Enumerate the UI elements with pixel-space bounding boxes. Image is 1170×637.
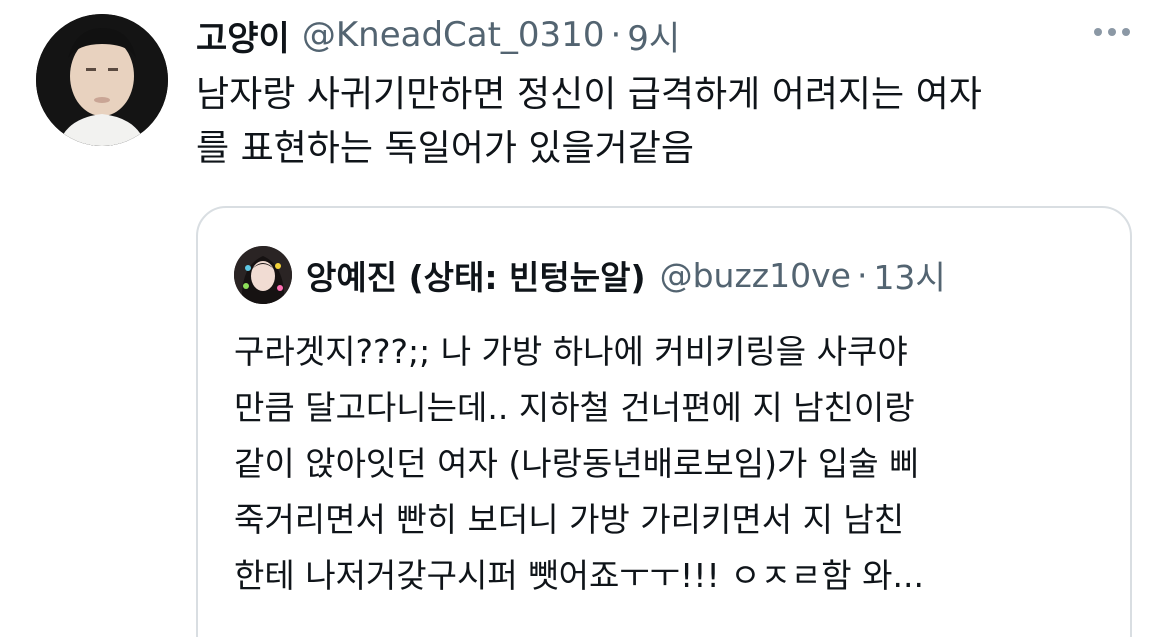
- quoted-display-name[interactable]: 앙예진 (상태: 빈텅눈알): [306, 251, 646, 299]
- more-dot: [1108, 28, 1116, 36]
- tweet-text: 남자랑 사귀기만하면 정신이 급격하게 어려지는 여자 를 표현하는 독일어가 …: [196, 68, 1126, 176]
- quoted-text-line: 구라겟지???;; 나 가방 하나에 커비키링을 사쿠야: [234, 332, 908, 371]
- timestamp[interactable]: 9시: [627, 11, 680, 60]
- tweet: 고양이 @KneadCat_0310 · 9시 남자랑 사귀기만하면 정신이 급…: [0, 0, 1170, 637]
- quoted-text: 구라겟지???;; 나 가방 하나에 커비키링을 사쿠야 만큼 달고다니는데..…: [234, 324, 1114, 604]
- quoted-avatar-image: [234, 246, 292, 304]
- tweet-text-line: 남자랑 사귀기만하면 정신이 급격하게 어려지는 여자: [196, 74, 982, 115]
- quoted-text-line: 같이 앉아잇던 여자 (나랑동년배로보임)가 입술 삐: [234, 444, 920, 483]
- quoted-timestamp[interactable]: 13시: [873, 251, 945, 299]
- separator-dot: ·: [856, 255, 868, 295]
- more-dot: [1094, 28, 1102, 36]
- tweet-text-line: 를 표현하는 독일어가 있을거같음: [196, 128, 695, 169]
- display-name[interactable]: 고양이: [196, 11, 290, 60]
- quoted-text-line: 만큼 달고다니는데.. 지하철 건너편에 지 남친이랑: [234, 388, 915, 427]
- user-handle[interactable]: @KneadCat_0310: [302, 15, 605, 55]
- quoted-handle[interactable]: @buzz10ve: [660, 256, 851, 295]
- quoted-text-line: 한테 나저거갖구시퍼 뺏어죠ㅜㅜ!!! ㅇㅈㄹ함 와...: [234, 556, 924, 595]
- more-options-icon[interactable]: [1094, 28, 1130, 36]
- avatar-image: [36, 14, 168, 146]
- more-dot: [1122, 28, 1130, 36]
- quoted-tweet[interactable]: 앙예진 (상태: 빈텅눈알) @buzz10ve · 13시 구라겟지???;;…: [196, 206, 1132, 637]
- separator-dot: ·: [610, 15, 622, 55]
- avatar[interactable]: [36, 14, 168, 146]
- quoted-text-line: 죽거리면서 빤히 보더니 가방 가리키면서 지 남친: [234, 500, 905, 539]
- quoted-header: 앙예진 (상태: 빈텅눈알) @buzz10ve · 13시: [306, 250, 946, 300]
- quoted-avatar[interactable]: [234, 246, 292, 304]
- tweet-header: 고양이 @KneadCat_0310 · 9시: [196, 10, 680, 60]
